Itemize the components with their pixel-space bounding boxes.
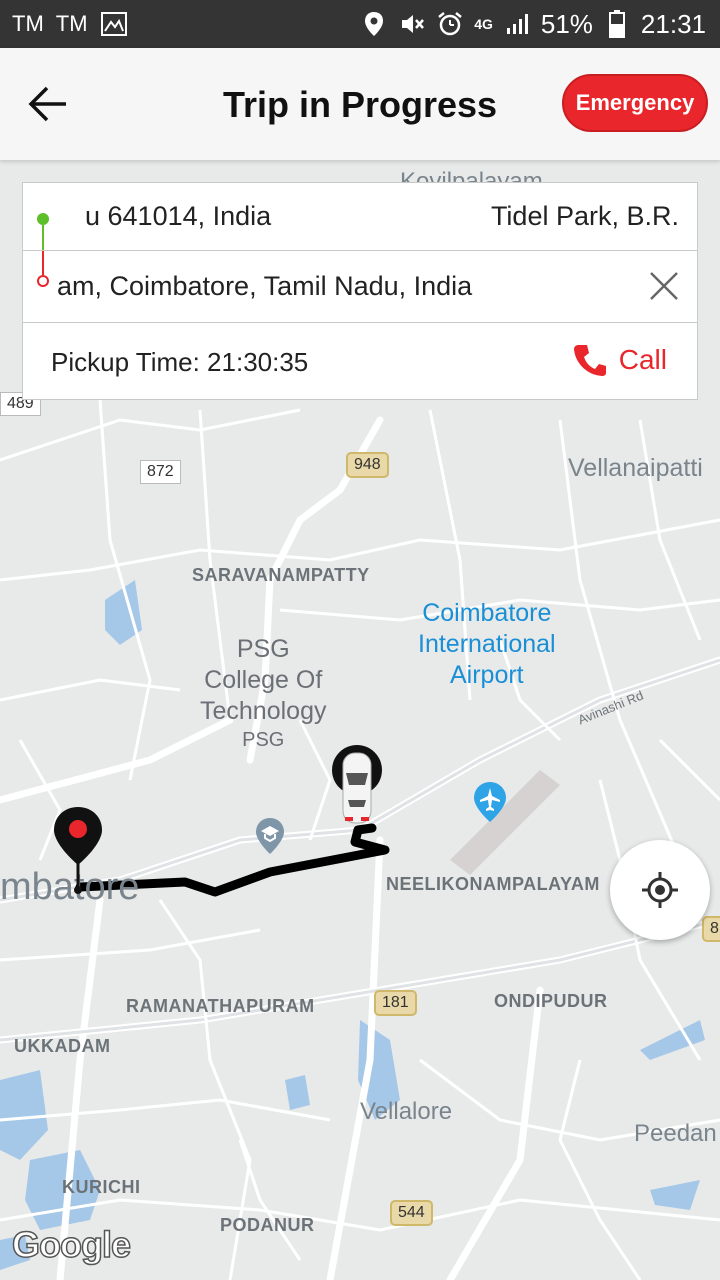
psg-label-line-2: College Of xyxy=(204,666,323,694)
map-label-saravanampatty: SARAVANAMPATTY xyxy=(192,565,370,585)
road-shield-948: 948 xyxy=(346,452,389,478)
psg-label-line-1: PSG xyxy=(236,635,290,663)
drop-location-row[interactable]: am, Coimbatore, Tamil Nadu, India xyxy=(23,251,697,323)
clock: 21:31 xyxy=(640,8,706,39)
map-label-ukkadam: UKKADAM xyxy=(14,1036,111,1056)
my-location-icon xyxy=(642,872,678,908)
emergency-button[interactable]: Emergency xyxy=(562,74,708,132)
map-label-podanur: PODANUR xyxy=(220,1215,315,1235)
map-label-airport: Coimbatore International Airport xyxy=(418,598,556,691)
map-label-vellanaipatti: Vellanaipatti xyxy=(568,454,703,482)
status-bar: TM TM 4G 51% 21:31 xyxy=(0,0,720,48)
trip-details-card: u 641014, India Tidel Park, B.R. am, Coi… xyxy=(22,182,698,400)
map-label-neelikonampalayam: NEELIKONAMPALAYAM xyxy=(386,874,600,894)
phone-icon xyxy=(573,345,606,376)
pickup-time: Pickup Time: 21:30:35 xyxy=(51,347,309,377)
road-shield-8: 8 xyxy=(702,916,720,942)
destination-pin-icon xyxy=(54,807,102,894)
road-shield-181: 181 xyxy=(374,990,417,1016)
map-label-kurichi: KURICHI xyxy=(62,1177,141,1197)
map-label-vellalore: Vellalore xyxy=(360,1098,453,1125)
road-shield-872: 872 xyxy=(140,460,181,484)
pickup-location-row[interactable]: u 641014, India Tidel Park, B.R. xyxy=(23,183,697,251)
psg-label-line-3: Technology xyxy=(200,697,327,725)
network-type: 4G xyxy=(474,16,493,32)
app-bar: Trip in Progress Emergency xyxy=(0,48,720,160)
drop-address: am, Coimbatore, Tamil Nadu, India xyxy=(57,271,473,301)
car-marker-icon xyxy=(332,745,382,824)
alarm-icon xyxy=(436,10,464,38)
airport-label-line-2: International xyxy=(418,630,556,658)
google-attribution: Google xyxy=(11,1223,132,1266)
map-label-ondipudur: ONDIPUDUR xyxy=(494,991,608,1011)
mute-icon xyxy=(398,10,426,38)
clear-drop-button[interactable] xyxy=(647,269,681,303)
close-icon xyxy=(650,272,678,300)
map-label-peedam: Peedan xyxy=(634,1120,717,1147)
call-label: Call xyxy=(618,344,667,375)
battery-percent: 51% xyxy=(540,8,593,39)
airport-label-line-1: Coimbatore xyxy=(422,599,552,627)
battery-icon xyxy=(603,10,631,38)
map-label-ramanathapuram: RAMANATHAPURAM xyxy=(126,996,315,1016)
carrier-label-1: TM xyxy=(12,11,44,36)
pickup-address: u 641014, India xyxy=(85,201,272,231)
carrier-label-2: TM xyxy=(55,11,88,36)
signal-icon xyxy=(503,10,531,38)
pickup-time-row: Pickup Time: 21:30:35 Call xyxy=(23,323,697,399)
airport-label-line-3: Airport xyxy=(449,661,524,689)
map-label-psg: PSG College Of Technology PSG xyxy=(200,634,326,753)
gallery-notification-icon xyxy=(100,10,128,38)
my-location-button[interactable] xyxy=(610,840,710,940)
road-shield-544: 544 xyxy=(390,1200,433,1226)
psg-label-line-4: PSG xyxy=(242,729,285,751)
location-icon xyxy=(360,10,388,38)
airport-icon xyxy=(474,782,506,822)
pickup-area: Tidel Park, B.R. xyxy=(490,201,679,231)
school-icon xyxy=(256,818,284,854)
call-button[interactable]: Call xyxy=(573,343,667,377)
